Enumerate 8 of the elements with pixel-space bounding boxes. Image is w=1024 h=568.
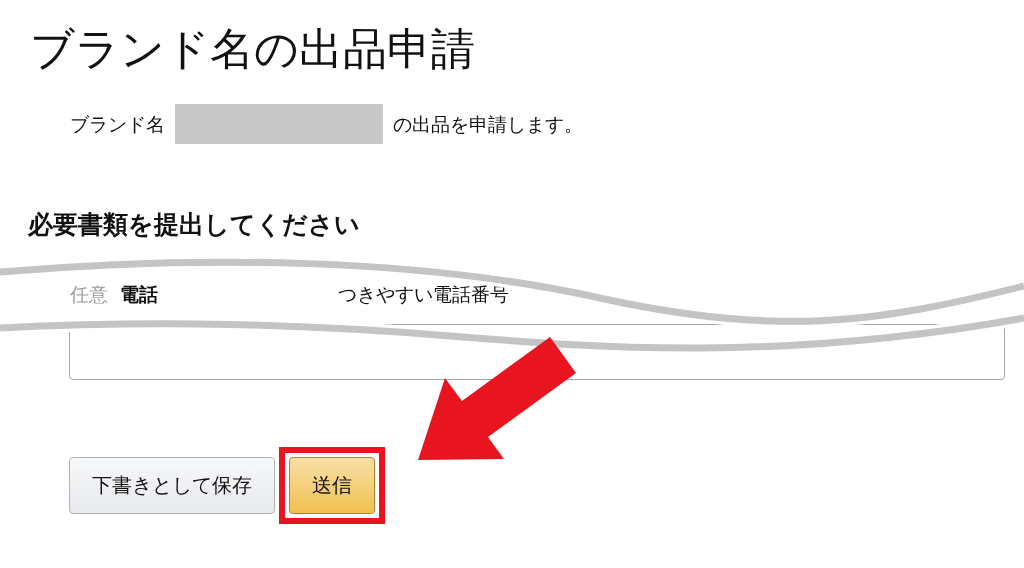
intro-text: ブランド名 xyxy=(70,111,165,137)
submit-button[interactable]: 送信 xyxy=(289,456,375,514)
field-label: 任意 xyxy=(70,282,108,308)
section-heading: 必要書類を提出してください xyxy=(27,209,361,241)
intro-text: の出品を申請します。 xyxy=(393,111,583,137)
page-title: ブランド名の出品申請 xyxy=(29,22,476,76)
save-draft-button[interactable]: 下書きとして保存 xyxy=(69,456,275,514)
field-label: 電話 xyxy=(120,282,158,308)
